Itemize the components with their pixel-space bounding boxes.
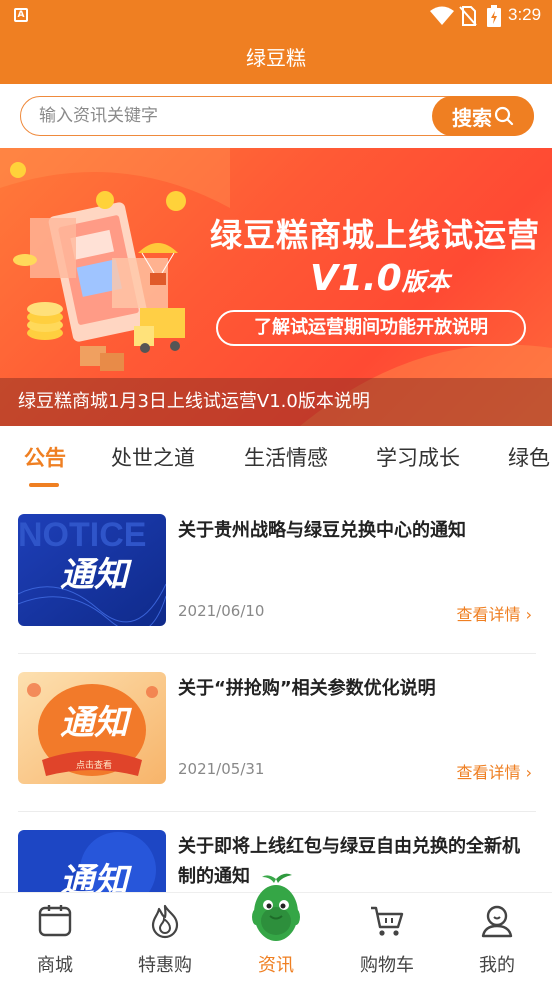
article-title: 关于即将上线红包与绿豆自由兑换的全新机制的通知 bbox=[178, 836, 520, 887]
search-bar: 搜索 bbox=[0, 84, 552, 148]
user-icon bbox=[481, 905, 513, 938]
article-thumbnail: NOTICE 通知 bbox=[18, 514, 166, 626]
article-date: 2021/06/10 bbox=[178, 602, 265, 620]
article-list: NOTICE 通知 关于贵州战略与绿豆兑换中心的通知 2021/06/10 查看… bbox=[0, 496, 552, 892]
tab-learning-growth[interactable]: 学习成长 bbox=[376, 442, 460, 472]
nav-label: 特惠购 bbox=[138, 955, 192, 976]
flame-icon bbox=[151, 904, 179, 939]
banner-headline: 绿豆糕商城上线试运营 bbox=[210, 216, 541, 254]
active-tab-indicator bbox=[29, 483, 59, 487]
bottom-nav: 商城 特惠购 资讯 购物车 我的 bbox=[0, 873, 552, 981]
battery-charging-icon bbox=[487, 5, 501, 27]
tab-green[interactable]: 绿色 bbox=[508, 442, 550, 472]
list-item[interactable]: 通知 点击查看 关于“拼抢购”相关参数优化说明 2021/05/31 查看详情 … bbox=[18, 654, 536, 812]
cart-icon bbox=[371, 906, 404, 936]
search-box: 搜索 bbox=[20, 96, 534, 136]
app-header: A 3:29 绿豆糕 bbox=[0, 0, 552, 84]
thumb-label: 通知 bbox=[60, 861, 132, 892]
thumb-label: 通知 bbox=[60, 703, 132, 743]
article-title: 关于“拼抢购”相关参数优化说明 bbox=[178, 678, 436, 699]
view-details-label: 查看详情 bbox=[456, 605, 521, 624]
wifi-icon bbox=[430, 6, 454, 25]
thumb-bg-text: NOTICE bbox=[18, 516, 146, 554]
nav-deals[interactable]: 特惠购 bbox=[110, 893, 220, 981]
nav-profile[interactable]: 我的 bbox=[442, 893, 552, 981]
view-details-label: 查看详情 bbox=[456, 763, 521, 782]
search-button-label: 搜索 bbox=[452, 105, 492, 130]
nav-label: 购物车 bbox=[360, 955, 414, 976]
banner-version: V1.0版本 bbox=[310, 258, 450, 299]
chevron-right-icon: › bbox=[525, 763, 532, 782]
no-sim-icon bbox=[459, 6, 477, 26]
banner-cta[interactable]: 了解试运营期间功能开放说明 bbox=[216, 310, 526, 346]
banner-version-number: V1.0 bbox=[310, 258, 402, 299]
category-tabs: 公告 处世之道 生活情感 学习成长 绿色 bbox=[0, 426, 552, 496]
article-title: 关于贵州战略与绿豆兑换中心的通知 bbox=[178, 520, 466, 541]
app-notification-icon: A bbox=[14, 8, 28, 22]
article-date: 2021/05/31 bbox=[178, 760, 265, 778]
promo-banner[interactable]: 绿豆糕商城上线试运营 V1.0版本 了解试运营期间功能开放说明 绿豆糕商城1月3… bbox=[0, 148, 552, 426]
search-icon bbox=[494, 106, 514, 126]
tab-life-emotion[interactable]: 生活情感 bbox=[244, 442, 328, 472]
tab-conduct[interactable]: 处世之道 bbox=[111, 442, 195, 472]
article-thumbnail: 通知 bbox=[18, 830, 166, 892]
chevron-right-icon: › bbox=[525, 605, 532, 624]
banner-version-suffix: 版本 bbox=[401, 268, 450, 296]
shop-icon bbox=[38, 905, 72, 937]
page-title: 绿豆糕 bbox=[246, 46, 306, 70]
article-thumbnail: 通知 点击查看 bbox=[18, 672, 166, 784]
nav-shop[interactable]: 商城 bbox=[0, 893, 110, 981]
nav-label: 商城 bbox=[37, 955, 73, 976]
banner-caption: 绿豆糕商城1月3日上线试运营V1.0版本说明 bbox=[0, 378, 552, 426]
nav-label: 我的 bbox=[479, 955, 515, 976]
nav-label: 资讯 bbox=[258, 955, 294, 976]
view-details-link[interactable]: 查看详情 › bbox=[456, 601, 532, 625]
tab-announcement[interactable]: 公告 bbox=[24, 442, 66, 472]
search-input[interactable] bbox=[39, 97, 429, 134]
view-details-link[interactable]: 查看详情 › bbox=[456, 759, 532, 783]
search-button[interactable]: 搜索 bbox=[432, 96, 534, 136]
thumb-sub: 点击查看 bbox=[76, 759, 112, 771]
nav-cart[interactable]: 购物车 bbox=[332, 893, 442, 981]
status-time: 3:29 bbox=[508, 5, 542, 24]
list-item[interactable]: NOTICE 通知 关于贵州战略与绿豆兑换中心的通知 2021/06/10 查看… bbox=[18, 496, 536, 654]
status-bar: A 3:29 bbox=[0, 0, 552, 32]
mascot-icon bbox=[252, 873, 300, 941]
thumb-label: 通知 bbox=[60, 555, 132, 595]
nav-news[interactable]: 资讯 bbox=[221, 873, 331, 981]
